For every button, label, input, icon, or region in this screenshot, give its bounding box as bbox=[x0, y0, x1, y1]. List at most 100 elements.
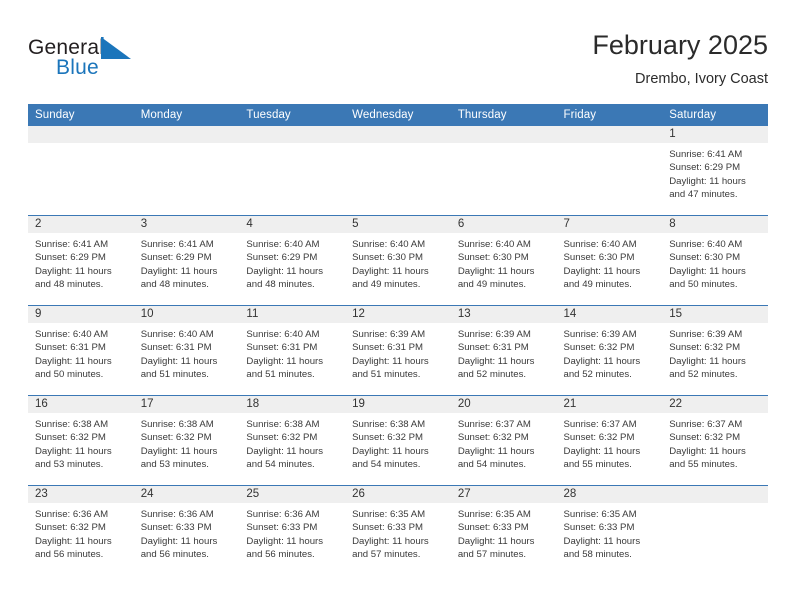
sunset-text: Sunset: 6:32 PM bbox=[140, 432, 212, 444]
daylight-text-1: Daylight: 11 hours bbox=[140, 265, 218, 277]
day-number: 21 bbox=[556, 396, 663, 413]
day-cell[interactable]: 17 Sunrise: 6:38 AM Sunset: 6:32 PM Dayl… bbox=[133, 395, 240, 486]
day-details: Sunrise: 6:37 AM Sunset: 6:32 PM Dayligh… bbox=[557, 413, 663, 471]
brand-logo[interactable]: General Blue bbox=[28, 36, 228, 94]
day-cell[interactable]: 11 Sunrise: 6:40 AM Sunset: 6:31 PM Dayl… bbox=[239, 305, 346, 396]
day-cell[interactable]: 19 Sunrise: 6:38 AM Sunset: 6:32 PM Dayl… bbox=[345, 395, 451, 486]
day-number: 17 bbox=[133, 396, 240, 413]
sunrise-text: Sunrise: 6:36 AM bbox=[35, 509, 109, 520]
day-cell-empty bbox=[133, 126, 240, 216]
day-cell-empty bbox=[556, 126, 663, 216]
daylight-text-2: and 52 minutes. bbox=[457, 368, 527, 380]
day-number: 23 bbox=[28, 486, 134, 503]
day-cell[interactable]: 8 Sunrise: 6:40 AM Sunset: 6:30 PM Dayli… bbox=[662, 215, 768, 306]
calendar-header-row: Sunday Monday Tuesday Wednesday Thursday… bbox=[28, 104, 768, 126]
daylight-text-2: and 50 minutes. bbox=[35, 368, 104, 380]
day-cell[interactable]: 24 Sunrise: 6:36 AM Sunset: 6:33 PM Dayl… bbox=[133, 485, 240, 575]
day-cell[interactable]: 20 Sunrise: 6:37 AM Sunset: 6:32 PM Dayl… bbox=[450, 395, 557, 486]
day-number: 4 bbox=[239, 216, 346, 233]
day-number: 28 bbox=[556, 486, 663, 503]
daylight-text-2: and 53 minutes. bbox=[35, 458, 104, 470]
sunrise-text: Sunrise: 6:39 AM bbox=[352, 329, 426, 340]
day-details: Sunrise: 6:40 AM Sunset: 6:30 PM Dayligh… bbox=[451, 233, 557, 291]
calendar-body: 1 Sunrise: 6:41 AM Sunset: 6:29 PM Dayli… bbox=[28, 126, 768, 575]
day-number: 11 bbox=[239, 306, 346, 323]
daylight-text-1: Daylight: 11 hours bbox=[246, 445, 324, 457]
day-cell[interactable]: 5 Sunrise: 6:40 AM Sunset: 6:30 PM Dayli… bbox=[345, 215, 451, 306]
daylight-text-2: and 54 minutes. bbox=[457, 458, 527, 470]
day-cell[interactable]: 1 Sunrise: 6:41 AM Sunset: 6:29 PM Dayli… bbox=[662, 126, 768, 216]
sunset-text: Sunset: 6:33 PM bbox=[457, 522, 529, 534]
day-details: Sunrise: 6:40 AM Sunset: 6:31 PM Dayligh… bbox=[28, 323, 134, 381]
day-details: Sunrise: 6:38 AM Sunset: 6:32 PM Dayligh… bbox=[239, 413, 345, 471]
day-details: Sunrise: 6:37 AM Sunset: 6:32 PM Dayligh… bbox=[662, 413, 768, 471]
day-details: Sunrise: 6:38 AM Sunset: 6:32 PM Dayligh… bbox=[345, 413, 451, 471]
day-number bbox=[450, 126, 557, 143]
day-cell[interactable]: 2 Sunrise: 6:41 AM Sunset: 6:29 PM Dayli… bbox=[28, 215, 134, 306]
day-number: 12 bbox=[345, 306, 451, 323]
sunrise-text: Sunrise: 6:40 AM bbox=[35, 329, 109, 340]
day-number: 27 bbox=[450, 486, 557, 503]
daylight-text-1: Daylight: 11 hours bbox=[140, 535, 218, 547]
day-cell[interactable]: 3 Sunrise: 6:41 AM Sunset: 6:29 PM Dayli… bbox=[133, 215, 240, 306]
day-number bbox=[28, 126, 134, 143]
day-number: 5 bbox=[345, 216, 451, 233]
day-details: Sunrise: 6:41 AM Sunset: 6:29 PM Dayligh… bbox=[134, 233, 240, 291]
daylight-text-1: Daylight: 11 hours bbox=[457, 445, 535, 457]
daylight-text-1: Daylight: 11 hours bbox=[35, 265, 112, 277]
day-cell[interactable]: 7 Sunrise: 6:40 AM Sunset: 6:30 PM Dayli… bbox=[556, 215, 663, 306]
daylight-text-2: and 56 minutes. bbox=[35, 548, 104, 560]
sunrise-text: Sunrise: 6:35 AM bbox=[352, 509, 426, 520]
day-cell[interactable]: 22 Sunrise: 6:37 AM Sunset: 6:32 PM Dayl… bbox=[662, 395, 768, 486]
day-cell[interactable]: 4 Sunrise: 6:40 AM Sunset: 6:29 PM Dayli… bbox=[239, 215, 346, 306]
day-details: Sunrise: 6:38 AM Sunset: 6:32 PM Dayligh… bbox=[134, 413, 240, 471]
calendar-week-row: 16 Sunrise: 6:38 AM Sunset: 6:32 PM Dayl… bbox=[28, 395, 768, 486]
day-details: Sunrise: 6:39 AM Sunset: 6:31 PM Dayligh… bbox=[451, 323, 557, 381]
day-details: Sunrise: 6:35 AM Sunset: 6:33 PM Dayligh… bbox=[345, 503, 451, 561]
day-cell[interactable]: 23 Sunrise: 6:36 AM Sunset: 6:32 PM Dayl… bbox=[28, 485, 134, 575]
daylight-text-1: Daylight: 11 hours bbox=[563, 535, 641, 547]
day-cell-empty bbox=[662, 485, 768, 575]
daylight-text-1: Daylight: 11 hours bbox=[35, 355, 112, 367]
page-header: General Blue February 2025 Drembo, Ivory… bbox=[28, 28, 768, 98]
sunrise-text: Sunrise: 6:40 AM bbox=[669, 239, 743, 250]
sunset-text: Sunset: 6:33 PM bbox=[352, 522, 424, 534]
day-cell[interactable]: 9 Sunrise: 6:40 AM Sunset: 6:31 PM Dayli… bbox=[28, 305, 134, 396]
day-cell[interactable]: 10 Sunrise: 6:40 AM Sunset: 6:31 PM Dayl… bbox=[133, 305, 240, 396]
day-number: 13 bbox=[450, 306, 557, 323]
day-cell[interactable]: 16 Sunrise: 6:38 AM Sunset: 6:32 PM Dayl… bbox=[28, 395, 134, 486]
sunset-text: Sunset: 6:32 PM bbox=[246, 432, 318, 444]
day-number: 10 bbox=[133, 306, 240, 323]
day-number: 6 bbox=[450, 216, 557, 233]
day-cell[interactable]: 15 Sunrise: 6:39 AM Sunset: 6:32 PM Dayl… bbox=[662, 305, 768, 396]
sunrise-text: Sunrise: 6:36 AM bbox=[246, 509, 320, 520]
day-cell[interactable]: 18 Sunrise: 6:38 AM Sunset: 6:32 PM Dayl… bbox=[239, 395, 346, 486]
day-number: 26 bbox=[345, 486, 451, 503]
sunset-text: Sunset: 6:30 PM bbox=[563, 252, 635, 264]
daylight-text-1: Daylight: 11 hours bbox=[352, 265, 429, 277]
day-cell[interactable]: 27 Sunrise: 6:35 AM Sunset: 6:33 PM Dayl… bbox=[450, 485, 557, 575]
sunrise-text: Sunrise: 6:41 AM bbox=[35, 239, 109, 250]
sunrise-text: Sunrise: 6:37 AM bbox=[457, 419, 531, 430]
day-cell[interactable]: 14 Sunrise: 6:39 AM Sunset: 6:32 PM Dayl… bbox=[556, 305, 663, 396]
day-cell[interactable]: 12 Sunrise: 6:39 AM Sunset: 6:31 PM Dayl… bbox=[345, 305, 451, 396]
daylight-text-1: Daylight: 11 hours bbox=[457, 535, 535, 547]
calendar-table: Sunday Monday Tuesday Wednesday Thursday… bbox=[28, 104, 768, 575]
day-number: 19 bbox=[345, 396, 451, 413]
daylight-text-2: and 49 minutes. bbox=[563, 278, 632, 290]
day-cell[interactable]: 6 Sunrise: 6:40 AM Sunset: 6:30 PM Dayli… bbox=[450, 215, 557, 306]
day-cell[interactable]: 28 Sunrise: 6:35 AM Sunset: 6:33 PM Dayl… bbox=[556, 485, 663, 575]
day-cell[interactable]: 25 Sunrise: 6:36 AM Sunset: 6:33 PM Dayl… bbox=[239, 485, 346, 575]
daylight-text-1: Daylight: 11 hours bbox=[352, 535, 429, 547]
sunrise-text: Sunrise: 6:38 AM bbox=[352, 419, 426, 430]
day-details: Sunrise: 6:40 AM Sunset: 6:29 PM Dayligh… bbox=[239, 233, 345, 291]
day-details: Sunrise: 6:36 AM Sunset: 6:33 PM Dayligh… bbox=[134, 503, 240, 561]
day-cell[interactable]: 13 Sunrise: 6:39 AM Sunset: 6:31 PM Dayl… bbox=[450, 305, 557, 396]
day-cell[interactable]: 21 Sunrise: 6:37 AM Sunset: 6:32 PM Dayl… bbox=[556, 395, 663, 486]
title-block: February 2025 Drembo, Ivory Coast bbox=[592, 28, 768, 90]
daylight-text-2: and 54 minutes. bbox=[246, 458, 315, 470]
day-number bbox=[662, 486, 768, 503]
daylight-text-2: and 47 minutes. bbox=[669, 188, 738, 200]
sunset-text: Sunset: 6:31 PM bbox=[457, 342, 529, 354]
day-cell[interactable]: 26 Sunrise: 6:35 AM Sunset: 6:33 PM Dayl… bbox=[345, 485, 451, 575]
